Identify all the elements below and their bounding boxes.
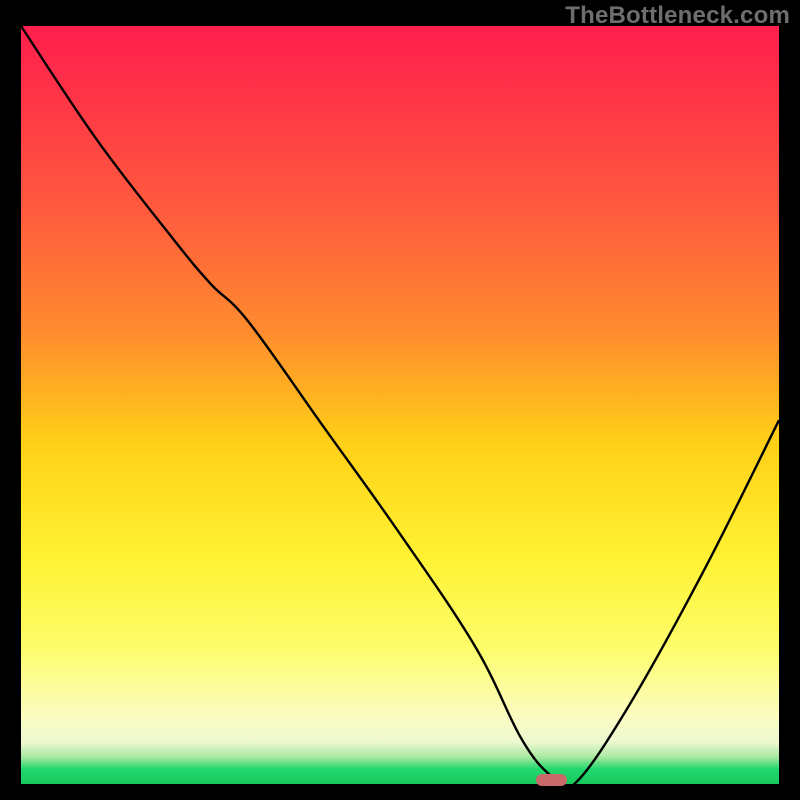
chart-canvas: TheBottleneck.com xyxy=(0,0,800,800)
plot-area xyxy=(21,26,779,784)
optimal-marker xyxy=(536,774,566,786)
bottleneck-curve-path xyxy=(21,26,779,784)
curve-layer xyxy=(21,26,779,784)
